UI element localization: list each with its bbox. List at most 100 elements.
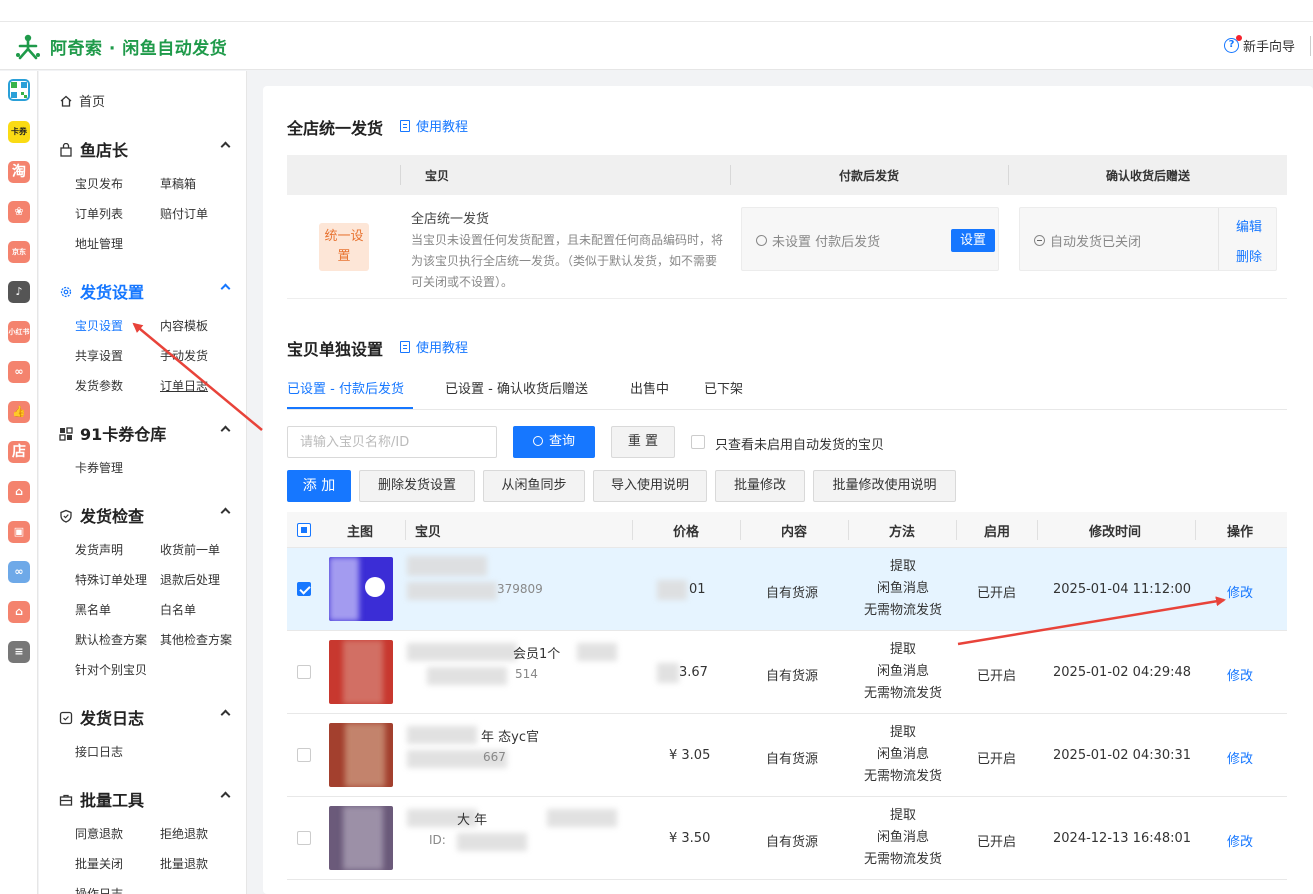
edit-item-link[interactable]: 修改 bbox=[1227, 831, 1253, 850]
tab-gift[interactable]: 已设置 - 确认收货后赠送 bbox=[445, 378, 588, 397]
set-pay-delivery-button[interactable]: 设置 bbox=[951, 229, 995, 252]
sidebar-item-item-settings[interactable]: 宝贝设置 bbox=[75, 317, 123, 334]
sidebar-item-home[interactable]: 首页 bbox=[59, 91, 105, 110]
item-thumbnail bbox=[329, 806, 393, 870]
col-item: 宝贝 bbox=[415, 525, 442, 540]
kaquan-icon[interactable]: 卡券 bbox=[8, 121, 30, 143]
sidebar-item-share-settings[interactable]: 共享设置 bbox=[75, 347, 123, 364]
method-line: 闲鱼消息 bbox=[876, 747, 929, 762]
col-pay-delivery: 付款后发货 bbox=[839, 169, 900, 183]
sidebar-item-delivery-params[interactable]: 发货参数 bbox=[75, 377, 123, 394]
sidebar-item-whitelist[interactable]: 白名单 bbox=[160, 601, 196, 618]
douyin-icon[interactable]: ♪ bbox=[8, 281, 30, 303]
unified-settings-badge: 统一设置 bbox=[319, 223, 369, 271]
edit-item-link[interactable]: 修改 bbox=[1227, 665, 1253, 684]
sidebar-item-default-check[interactable]: 默认检查方案 bbox=[75, 631, 147, 648]
sidebar-item-special-orders[interactable]: 特殊订单处理 bbox=[75, 571, 147, 588]
item-title: 年 态yc官 bbox=[481, 730, 539, 745]
sidebar-item-delivery-statement[interactable]: 发货声明 bbox=[75, 541, 123, 558]
thumb-icon[interactable]: 👍 bbox=[8, 401, 30, 423]
method-line: 闲鱼消息 bbox=[876, 664, 929, 679]
sidebar-group-delivery-settings[interactable]: 发货设置 bbox=[59, 279, 231, 303]
sidebar-item-reject-refund[interactable]: 拒绝退款 bbox=[160, 825, 208, 842]
sidebar-item-drafts[interactable]: 草稿箱 bbox=[160, 175, 196, 192]
sidebar-item-content-template[interactable]: 内容模板 bbox=[160, 317, 208, 334]
guide-link[interactable]: ? 新手向导 bbox=[1223, 35, 1295, 55]
jd-icon[interactable]: 京东 bbox=[8, 241, 30, 263]
row-checkbox[interactable] bbox=[297, 748, 311, 762]
tab-on-sale[interactable]: 出售中 bbox=[630, 378, 669, 397]
taobao-icon[interactable]: 淘 bbox=[8, 161, 30, 183]
table-row[interactable]: 379809 01 自有货源 提取 闲鱼消息 无需物流发货 已开启 2025-0… bbox=[287, 548, 1287, 631]
search-input[interactable] bbox=[287, 426, 497, 458]
sidebar-item-agree-refund[interactable]: 同意退款 bbox=[75, 825, 123, 842]
select-all-checkbox[interactable] bbox=[297, 523, 311, 537]
only-unenabled-checkbox[interactable] bbox=[691, 435, 705, 449]
tab-active-indicator bbox=[287, 407, 413, 409]
header-divider bbox=[632, 520, 633, 540]
item-id: 667 bbox=[483, 750, 506, 764]
sidebar-item-compensation[interactable]: 赔付订单 bbox=[160, 205, 208, 222]
xiaohongshu-icon[interactable]: 小红书 bbox=[8, 321, 30, 343]
sidebar-item-api-log[interactable]: 接口日志 bbox=[75, 743, 123, 760]
sidebar-item-other-check[interactable]: 其他检查方案 bbox=[160, 631, 232, 648]
sidebar-item-before-receipt[interactable]: 收货前一单 bbox=[160, 541, 220, 558]
sidebar-item-batch-refund[interactable]: 批量退款 bbox=[160, 855, 208, 872]
delete-settings-button[interactable]: 删除发货设置 bbox=[359, 470, 475, 502]
item-enabled: 已开启 bbox=[977, 586, 1017, 601]
table-row[interactable]: 年 态yc官 667 ¥ 3.05 自有货源 提取 闲鱼消息 无需物流发货 已开… bbox=[287, 714, 1287, 797]
dian-icon[interactable]: 店 bbox=[8, 441, 30, 463]
redacted-title bbox=[407, 726, 477, 744]
sidebar-group-yudianzhang[interactable]: 鱼店长 bbox=[59, 137, 231, 161]
add-button[interactable]: 添 加 bbox=[287, 470, 351, 502]
sidebar-group-delivery-log[interactable]: 发货日志 bbox=[59, 705, 231, 729]
group-title-label: 批量工具 bbox=[80, 791, 145, 810]
table-row[interactable]: 会员1个 514 3.67 自有货源 提取 闲鱼消息 无需物流发货 已开启 20… bbox=[287, 631, 1287, 714]
sidebar-item-batch-close[interactable]: 批量关闭 bbox=[75, 855, 123, 872]
sidebar-group-batch-tools[interactable]: 批量工具 bbox=[59, 787, 231, 811]
sidebar-group-delivery-check[interactable]: 发货检查 bbox=[59, 503, 231, 527]
delete-link[interactable]: 删除 bbox=[1236, 246, 1262, 265]
edit-link[interactable]: 编辑 bbox=[1236, 216, 1262, 235]
app-logo[interactable]: 阿奇索 · 闲鱼自动发货 bbox=[14, 32, 227, 60]
shop-icon[interactable]: ⌂ bbox=[8, 601, 30, 623]
item-tutorial-link[interactable]: 使用教程 bbox=[400, 337, 468, 356]
reset-button[interactable]: 重 置 bbox=[611, 426, 675, 458]
edit-item-link[interactable]: 修改 bbox=[1227, 748, 1253, 767]
link-icon[interactable]: ∞ bbox=[8, 561, 30, 583]
row-checkbox[interactable] bbox=[297, 831, 311, 845]
qrcode-icon[interactable] bbox=[8, 79, 30, 101]
store-tutorial-link[interactable]: 使用教程 bbox=[400, 116, 468, 135]
sidebar-item-publish[interactable]: 宝贝发布 bbox=[75, 175, 123, 192]
tmall-icon[interactable]: ❀ bbox=[8, 201, 30, 223]
batch-edit-instructions-button[interactable]: 批量修改使用说明 bbox=[813, 470, 956, 502]
tab-off-shelf[interactable]: 已下架 bbox=[704, 378, 743, 397]
redacted-id bbox=[407, 582, 497, 600]
sidebar-item-blacklist[interactable]: 黑名单 bbox=[75, 601, 111, 618]
sidebar-item-card-manage[interactable]: 卡券管理 bbox=[75, 459, 123, 476]
row-checkbox[interactable] bbox=[297, 665, 311, 679]
bag-icon[interactable]: ⌂ bbox=[8, 481, 30, 503]
item-thumbnail bbox=[329, 640, 393, 704]
sidebar-item-operation-log[interactable]: 操作日志 bbox=[75, 885, 123, 894]
log-icon bbox=[59, 710, 73, 725]
import-instructions-button[interactable]: 导入使用说明 bbox=[593, 470, 707, 502]
row-checkbox[interactable] bbox=[297, 582, 311, 596]
item-modified-time: 2025-01-02 04:30:31 bbox=[1053, 748, 1192, 763]
query-button[interactable]: 查询 bbox=[513, 426, 595, 458]
batch-edit-button[interactable]: 批量修改 bbox=[715, 470, 805, 502]
sidebar-item-order-log[interactable]: 订单日志 bbox=[160, 377, 208, 394]
sidebar-item-orders[interactable]: 订单列表 bbox=[75, 205, 123, 222]
table-row[interactable]: 大 年 ID: ¥ 3.50 自有货源 提取 闲鱼消息 无需物流发货 已开启 2… bbox=[287, 797, 1287, 880]
sidebar-item-manual-delivery[interactable]: 手动发货 bbox=[160, 347, 208, 364]
sidebar-item-specific-items[interactable]: 针对个别宝贝 bbox=[75, 661, 147, 678]
sidebar-item-address[interactable]: 地址管理 bbox=[75, 235, 123, 252]
sidebar-group-card-warehouse[interactable]: 91卡券仓库 bbox=[59, 421, 231, 445]
weidian-icon[interactable]: ≡ bbox=[8, 641, 30, 663]
tab-pay-delivery[interactable]: 已设置 - 付款后发货 bbox=[287, 378, 404, 397]
bag2-icon[interactable]: ▣ bbox=[8, 521, 30, 543]
kuaishou-icon[interactable]: ∞ bbox=[8, 361, 30, 383]
edit-item-link[interactable]: 修改 bbox=[1227, 582, 1253, 601]
sync-xianyu-button[interactable]: 从闲鱼同步 bbox=[483, 470, 585, 502]
sidebar-item-after-refund[interactable]: 退款后处理 bbox=[160, 571, 220, 588]
